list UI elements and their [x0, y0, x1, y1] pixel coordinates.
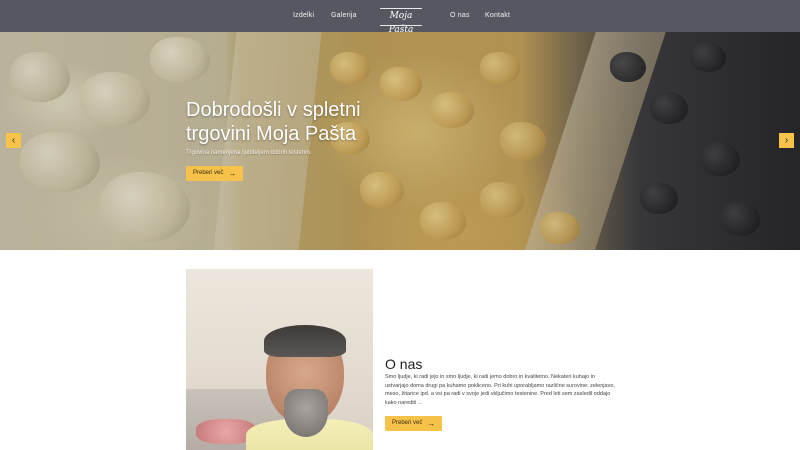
- nav-link-izdelki[interactable]: Izdelki: [293, 0, 314, 32]
- about-text: Smo ljudje, ki radi jejo in smo ljudje, …: [385, 374, 615, 406]
- about-photo: [186, 269, 373, 450]
- about-read-more-label: Preberi več: [392, 420, 423, 426]
- arrow-right-icon: →: [427, 419, 436, 428]
- chevron-left-icon: ‹: [11, 135, 16, 146]
- site-logo[interactable]: Moja Pašta: [380, 8, 422, 35]
- carousel-next-button[interactable]: ›: [779, 133, 794, 148]
- about-title: O nas: [385, 356, 423, 372]
- arrow-right-icon: →: [228, 169, 237, 178]
- hero-subtitle: Trgovina namenjena ljubiteljem dobrih te…: [186, 150, 312, 156]
- about-read-more-button[interactable]: Preberi več →: [385, 416, 443, 431]
- chevron-right-icon: ›: [784, 135, 789, 146]
- top-navbar: Izdelki Galerija Moja Pašta O nas Kontak…: [0, 0, 800, 35]
- hero-read-more-button[interactable]: Preberi več →: [186, 166, 244, 181]
- hero-title: Dobrodošli v spletni trgovini Moja Pašta: [186, 99, 361, 145]
- photo-person-beard: [284, 389, 328, 437]
- hero-carousel: Dobrodošli v spletni trgovini Moja Pašta…: [0, 32, 800, 250]
- photo-person-hair: [264, 325, 346, 357]
- nav-link-kontakt[interactable]: Kontakt: [485, 0, 510, 32]
- nav-link-galerija[interactable]: Galerija: [331, 0, 357, 32]
- carousel-prev-button[interactable]: ‹: [6, 133, 21, 148]
- nav-link-o-nas[interactable]: O nas: [450, 0, 470, 32]
- hero-read-more-label: Preberi več: [193, 170, 224, 176]
